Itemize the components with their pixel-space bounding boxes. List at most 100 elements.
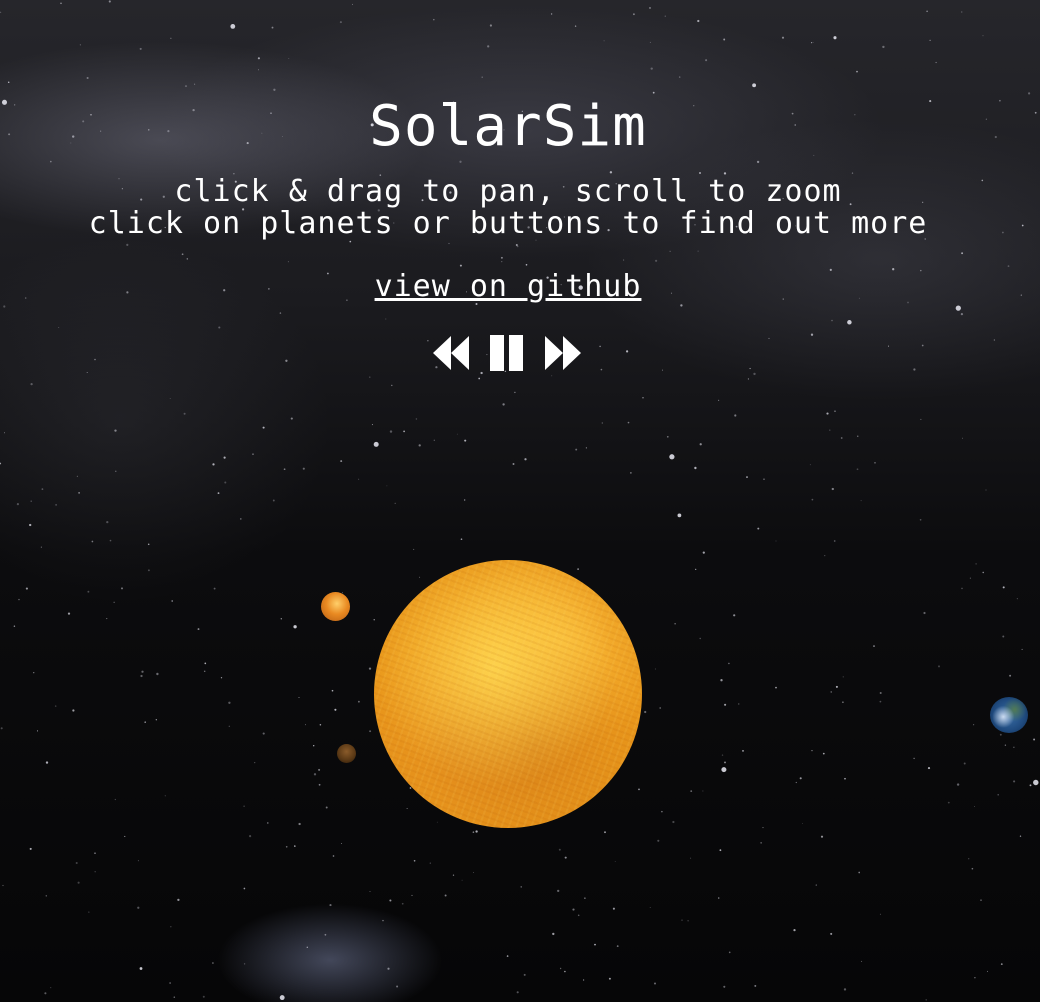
star [938, 665, 940, 668]
star [657, 839, 660, 842]
star [0, 727, 3, 730]
star [824, 555, 826, 557]
star [734, 414, 737, 417]
star [144, 721, 146, 723]
star [672, 820, 675, 824]
star [171, 600, 174, 602]
star [211, 962, 214, 964]
star [50, 987, 52, 989]
pause-button[interactable] [487, 334, 527, 372]
star [224, 481, 227, 484]
star [413, 859, 416, 862]
star [677, 513, 682, 518]
star [557, 889, 560, 893]
star [738, 703, 740, 705]
star [921, 344, 924, 347]
star [719, 849, 722, 852]
star [844, 777, 846, 780]
star [690, 790, 693, 792]
star [40, 546, 42, 548]
star [386, 485, 388, 487]
star [812, 41, 814, 44]
star [456, 433, 458, 435]
star [391, 384, 393, 387]
star [94, 871, 96, 873]
star [394, 502, 396, 505]
star [1021, 224, 1024, 227]
star [1002, 635, 1005, 638]
star [718, 399, 720, 401]
star [329, 904, 332, 907]
star [506, 955, 509, 957]
star [433, 439, 435, 441]
star [559, 967, 562, 970]
star [644, 710, 647, 714]
star [459, 264, 462, 267]
star [183, 412, 186, 415]
star [140, 674, 143, 678]
star [396, 985, 399, 988]
star [702, 551, 705, 554]
star [1013, 780, 1016, 783]
star [0, 462, 2, 465]
star [304, 724, 306, 726]
star [980, 899, 982, 901]
star [650, 67, 653, 70]
planet-venus[interactable] [337, 744, 356, 763]
star [436, 821, 438, 823]
star [826, 412, 829, 415]
sun[interactable] [374, 560, 642, 828]
star [733, 614, 736, 617]
star [460, 538, 463, 541]
star [267, 822, 269, 824]
star [33, 672, 35, 674]
star [913, 368, 916, 371]
star [76, 475, 78, 477]
planet-mercury[interactable] [321, 592, 350, 621]
star [523, 973, 526, 976]
rewind-button[interactable] [431, 334, 473, 372]
star [181, 253, 184, 256]
star [927, 767, 931, 770]
star [1033, 738, 1036, 741]
star [831, 487, 834, 491]
star [358, 478, 360, 480]
star [58, 326, 60, 329]
star [480, 371, 483, 375]
star [45, 895, 48, 897]
solar-system-canvas[interactable]: SolarSim click & drag to pan, scroll to … [0, 0, 1040, 1002]
star [478, 377, 481, 380]
star [811, 42, 813, 44]
star [982, 571, 984, 574]
github-link[interactable]: view on github [0, 270, 1016, 304]
star [1034, 111, 1037, 114]
star [41, 488, 44, 490]
star [955, 305, 961, 311]
star [699, 443, 702, 446]
star [697, 250, 699, 252]
star [177, 898, 180, 902]
star [106, 618, 108, 620]
star [974, 976, 976, 979]
star [86, 371, 88, 374]
star [472, 831, 475, 833]
star [666, 435, 669, 438]
star [30, 500, 32, 502]
star [717, 897, 720, 899]
star [840, 437, 843, 439]
star [0, 11, 2, 13]
star [1009, 674, 1012, 677]
planet-earth[interactable] [990, 697, 1028, 733]
star [577, 568, 579, 570]
star [228, 725, 230, 727]
star [243, 963, 246, 965]
star [429, 862, 431, 864]
star [427, 340, 429, 342]
star [124, 835, 126, 837]
star [358, 700, 360, 703]
page-title: SolarSim [369, 94, 647, 159]
star [288, 58, 290, 60]
star [512, 463, 515, 465]
fast-forward-button[interactable] [541, 334, 583, 372]
star [475, 830, 478, 833]
